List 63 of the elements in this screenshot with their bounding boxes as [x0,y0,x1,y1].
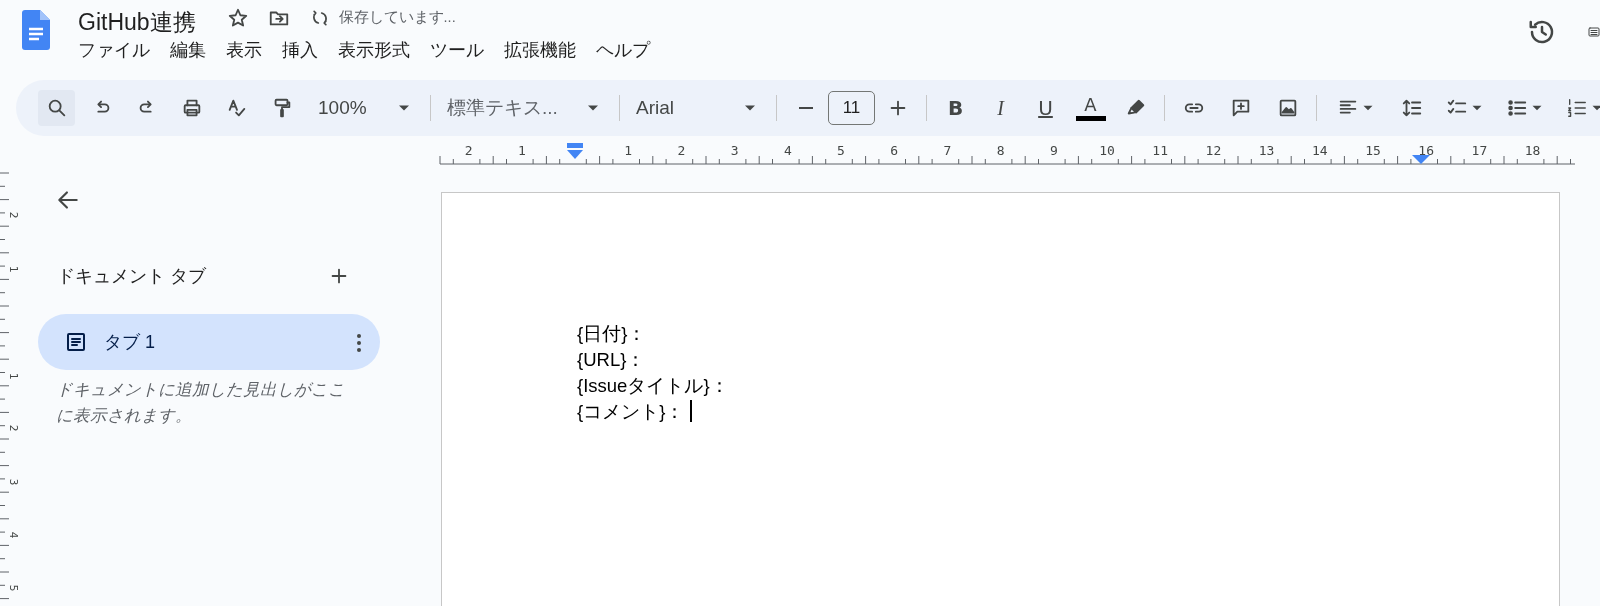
ruler-number: 10 [1099,143,1115,158]
ruler-number: 6 [890,143,899,158]
line-spacing-icon [1400,97,1423,119]
ruler-number: 5 [7,584,20,592]
ruler-number: 5 [837,143,845,158]
menu-item[interactable]: ヘルプ [586,36,660,64]
ruler-number: 1 [7,372,20,380]
left-indent-marker[interactable] [567,143,583,159]
section-heading: ドキュメント タブ [57,264,206,288]
bulleted-list-icon [1506,97,1528,119]
right-indent-marker[interactable] [1412,155,1430,164]
document-icon [64,330,88,354]
ruler-number: 3 [7,478,20,486]
bold-button[interactable]: B [937,90,974,126]
ruler-number: 1 [7,265,20,273]
ruler-number: 11 [1152,143,1169,158]
ruler-number: 2 [7,211,20,219]
ruler-number: 9 [1049,143,1058,158]
ruler-number: 8 [996,143,1005,158]
menu-item[interactable]: ファイル [68,36,160,64]
menu-item[interactable]: 拡張機能 [494,36,586,64]
underline-button[interactable]: U [1027,90,1064,126]
zoom-dropdown[interactable]: 100% [312,90,420,126]
ruler-number: 7 [943,143,952,158]
ruler-number: 12 [1205,143,1222,158]
menu-item[interactable]: 表示 [216,36,272,64]
italic-button[interactable]: I [982,90,1019,126]
document-tab[interactable]: タブ 1 [38,314,380,370]
ruler-number: 4 [7,531,20,539]
more-icon[interactable] [356,332,362,353]
menu-item[interactable]: 編集 [160,36,216,64]
ruler-number: 3 [730,143,739,158]
ruler-number: 17 [1471,143,1488,158]
ruler-number: 2 [464,143,473,158]
text-color-button[interactable]: A [1072,90,1109,126]
save-status: 保存しています... [338,8,456,28]
document-line: {URL}： [577,348,647,372]
menu-item[interactable]: 表示形式 [328,36,420,64]
search-button[interactable] [38,90,75,126]
font-size-field[interactable]: 11 [828,91,875,125]
minus-icon [798,107,813,109]
document-line: {日付}： [577,322,648,346]
menu-item[interactable]: ツール [420,36,494,64]
ruler-number: 16 [1418,143,1435,158]
numbered-list-icon [1566,97,1588,119]
document-line: {コメント}： [577,399,1559,425]
docs-logo-icon[interactable] [22,10,50,50]
star-icon [227,7,250,29]
ruler-number: 13 [1258,143,1275,158]
font-dropdown[interactable]: Arial [630,90,766,126]
hint-text: ドキュメントに追加した見出しがここに表示されます。 [56,379,346,426]
paragraph-style-dropdown[interactable]: 標準テキス... [441,90,609,126]
ruler-number: 14 [1311,143,1328,158]
ruler-number: 2 [677,143,686,158]
ruler-number: 1 [624,143,633,158]
ruler-number: 15 [1365,143,1381,158]
document-line: {Issueタイトル}： [577,374,730,398]
ruler-number: 1 [517,143,526,158]
document-title[interactable]: GitHub連携 [78,8,196,36]
ruler-number: 4 [783,143,792,158]
ruler-number: 18 [1524,143,1541,158]
ruler-number: 2 [7,424,20,432]
menu-item[interactable]: 挿入 [272,36,328,64]
